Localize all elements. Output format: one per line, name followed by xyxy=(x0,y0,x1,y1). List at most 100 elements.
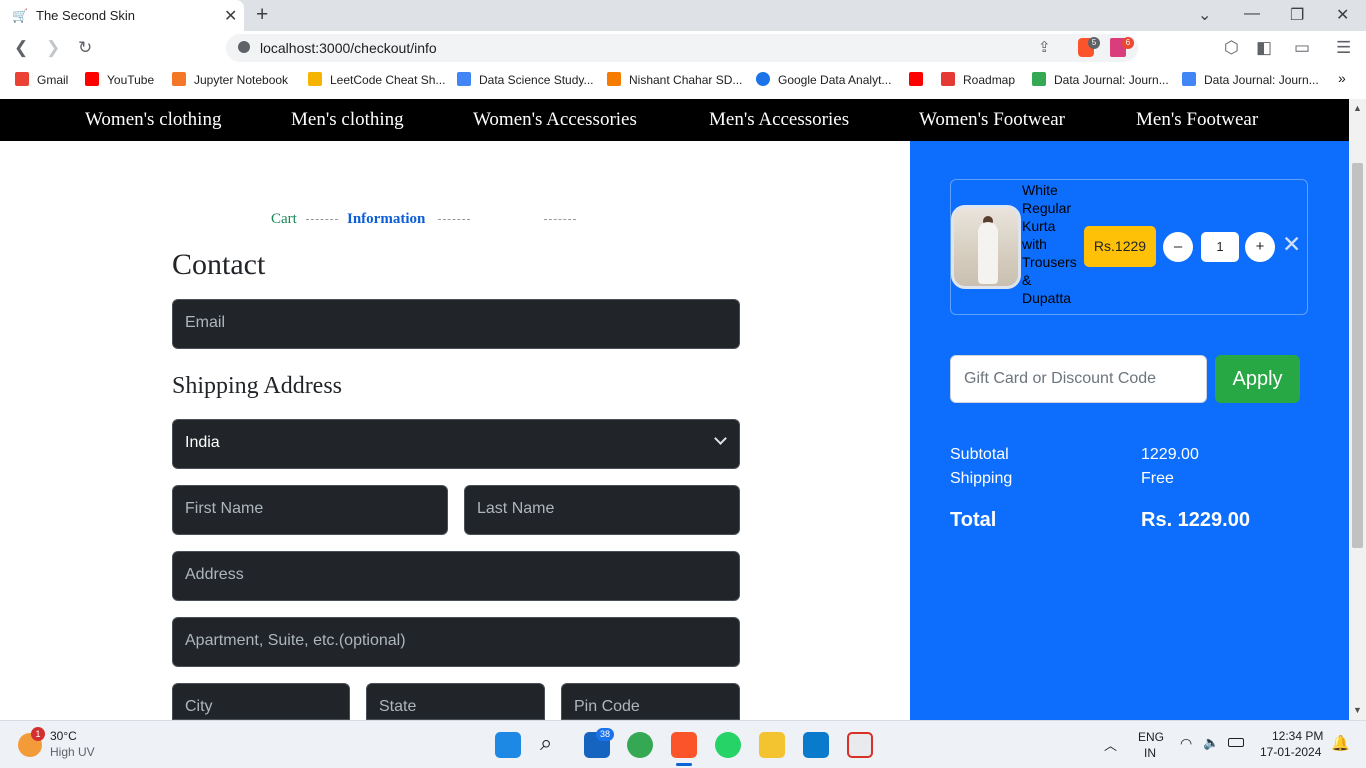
address-bar[interactable]: localhost:3000/checkout/info ⇪ 5 6 xyxy=(226,34,1138,62)
bookmark-data-journal[interactable]: Data Journal: Journ... xyxy=(1032,72,1169,87)
decrease-quantity-button[interactable]: – xyxy=(1163,232,1193,262)
bookmark-youtube[interactable]: YouTube xyxy=(85,72,154,87)
shipping-value: Free xyxy=(1141,470,1174,487)
active-app-indicator xyxy=(676,763,692,766)
new-tab-icon[interactable]: + xyxy=(256,3,268,27)
scroll-down-icon[interactable]: ▼ xyxy=(1353,705,1362,715)
tab-search-icon[interactable]: ⌄ xyxy=(1198,5,1211,25)
shipping-heading: Shipping Address xyxy=(172,373,343,399)
discount-code-input[interactable]: Gift Card or Discount Code xyxy=(950,355,1207,403)
quantity-input[interactable]: 1 xyxy=(1201,232,1239,262)
shipping-label: Shipping xyxy=(950,470,1013,487)
sidebar-icon[interactable]: ◧ xyxy=(1256,38,1272,58)
last-name-field[interactable]: Last Name xyxy=(464,485,740,535)
chrome-icon[interactable] xyxy=(627,732,653,758)
minimize-icon[interactable]: — xyxy=(1244,5,1260,23)
bookmark-roadmap[interactable]: Roadmap xyxy=(941,72,1015,87)
back-icon[interactable]: ❮ xyxy=(14,38,28,58)
window-close-icon[interactable]: ✕ xyxy=(1336,5,1349,25)
scrollbar-thumb[interactable] xyxy=(1352,163,1363,548)
product-name: White Regular Kurta with Trousers & Dupa… xyxy=(1022,182,1077,306)
first-name-field[interactable]: First Name xyxy=(172,485,448,535)
nav-womens-clothing[interactable]: Women's clothing xyxy=(85,109,221,131)
start-icon[interactable] xyxy=(495,732,521,758)
cart-item-card: White Regular Kurta with Trousers & Dupa… xyxy=(950,179,1308,315)
forward-icon[interactable]: ❯ xyxy=(46,38,60,58)
bookmark-gmail[interactable]: Gmail xyxy=(15,72,68,87)
wallet-icon[interactable]: ▭ xyxy=(1294,38,1310,58)
price-badge: Rs.1229 xyxy=(1084,226,1156,267)
state-field[interactable]: State xyxy=(366,683,545,720)
scroll-up-icon[interactable]: ▲ xyxy=(1353,103,1362,113)
more-bookmarks-icon[interactable]: » xyxy=(1338,70,1346,86)
browser-tab[interactable]: 🛒 The Second Skin ✕ xyxy=(0,0,244,31)
weather-alert-badge: 1 xyxy=(31,727,45,741)
wifi-icon[interactable]: ◠ xyxy=(1180,735,1192,752)
vscode-icon[interactable] xyxy=(803,732,829,758)
reload-icon[interactable]: ↻ xyxy=(78,38,92,58)
bookmark-leetcode[interactable]: LeetCode Cheat Sh... xyxy=(308,72,445,87)
subtotal-label: Subtotal xyxy=(950,446,1009,463)
nav-womens-accessories[interactable]: Women's Accessories xyxy=(473,109,637,131)
product-image xyxy=(951,205,1021,289)
volume-icon[interactable]: 🔈 xyxy=(1203,735,1219,751)
close-tab-icon[interactable]: ✕ xyxy=(224,6,237,26)
bookmark-data-journal-2[interactable]: Data Journal: Journ... xyxy=(1182,72,1319,87)
remove-item-icon[interactable]: ✕ xyxy=(1282,231,1301,257)
site-info-icon[interactable] xyxy=(238,41,250,53)
browser-tab-bar: 🛒 The Second Skin ✕ + ⌄ — ❐ ✕ xyxy=(0,0,1366,31)
apply-button[interactable]: Apply xyxy=(1215,355,1300,403)
bookmark-nishant[interactable]: Nishant Chahar SD... xyxy=(607,72,742,87)
whatsapp-icon[interactable] xyxy=(715,732,741,758)
step-cart[interactable]: Cart xyxy=(271,211,297,228)
bookmark-google-data[interactable]: Google Data Analyt... xyxy=(756,72,891,87)
total-value: Rs. 1229.00 xyxy=(1141,509,1250,531)
nav-mens-clothing[interactable]: Men's clothing xyxy=(291,109,404,131)
nav-mens-footwear[interactable]: Men's Footwear xyxy=(1136,109,1258,131)
step-divider xyxy=(306,219,338,220)
step-divider xyxy=(438,219,470,220)
cart-favicon-icon: 🛒 xyxy=(12,8,29,23)
bookmark-jupyter[interactable]: Jupyter Notebook xyxy=(172,72,288,87)
battery-icon[interactable] xyxy=(1228,738,1244,747)
nav-mens-accessories[interactable]: Men's Accessories xyxy=(709,109,849,131)
windows-taskbar: 1 30°C High UV ⌕ 38 ︿ ENG IN ◠ 🔈 12:34 P… xyxy=(0,720,1366,768)
rewards-count-badge: 6 xyxy=(1122,37,1134,49)
search-icon[interactable]: ⌕ xyxy=(540,730,552,756)
share-icon[interactable]: ⇪ xyxy=(1038,38,1051,56)
language-label[interactable]: ENG xyxy=(1138,730,1164,744)
total-label: Total xyxy=(950,509,997,531)
pin-code-field[interactable]: Pin Code xyxy=(561,683,740,720)
file-explorer-icon[interactable] xyxy=(759,732,785,758)
maximize-icon[interactable]: ❐ xyxy=(1290,5,1304,25)
menu-icon[interactable]: ☰ xyxy=(1336,38,1351,58)
browser-toolbar: ❮ ❯ ↻ localhost:3000/checkout/info ⇪ 5 6… xyxy=(0,31,1366,65)
region-label[interactable]: IN xyxy=(1144,746,1156,760)
email-field[interactable]: Email xyxy=(172,299,740,349)
contact-heading: Contact xyxy=(172,248,266,281)
chevron-up-icon[interactable]: ︿ xyxy=(1104,735,1117,754)
url-text: localhost:3000/checkout/info xyxy=(260,40,437,56)
city-field[interactable]: City xyxy=(172,683,350,720)
clock-date[interactable]: 17-01-2024 xyxy=(1260,745,1321,759)
mail-badge: 38 xyxy=(596,728,614,741)
clock-time[interactable]: 12:34 PM xyxy=(1272,729,1323,743)
snipping-tool-icon[interactable] xyxy=(847,732,873,758)
step-information: Information xyxy=(347,211,426,227)
weather-desc: High UV xyxy=(50,745,95,759)
weather-temp: 30°C xyxy=(50,729,77,743)
extensions-icon[interactable]: ⬡ xyxy=(1224,38,1239,58)
brave-icon[interactable] xyxy=(671,732,697,758)
address-field[interactable]: Address xyxy=(172,551,740,601)
subtotal-value: 1229.00 xyxy=(1141,446,1199,463)
nav-womens-footwear[interactable]: Women's Footwear xyxy=(919,109,1065,131)
chevron-down-icon xyxy=(714,432,727,445)
notification-bell-icon[interactable]: 🔔 xyxy=(1331,734,1350,752)
country-select[interactable]: India xyxy=(172,419,740,469)
apartment-field[interactable]: Apartment, Suite, etc.(optional) xyxy=(172,617,740,667)
bookmark-youtube-2[interactable] xyxy=(909,72,931,87)
increase-quantity-button[interactable]: + xyxy=(1245,232,1275,262)
page-scrollbar[interactable]: ▲ ▼ xyxy=(1349,99,1366,720)
bookmark-data-science[interactable]: Data Science Study... xyxy=(457,72,594,87)
shields-count-badge: 5 xyxy=(1088,37,1100,49)
